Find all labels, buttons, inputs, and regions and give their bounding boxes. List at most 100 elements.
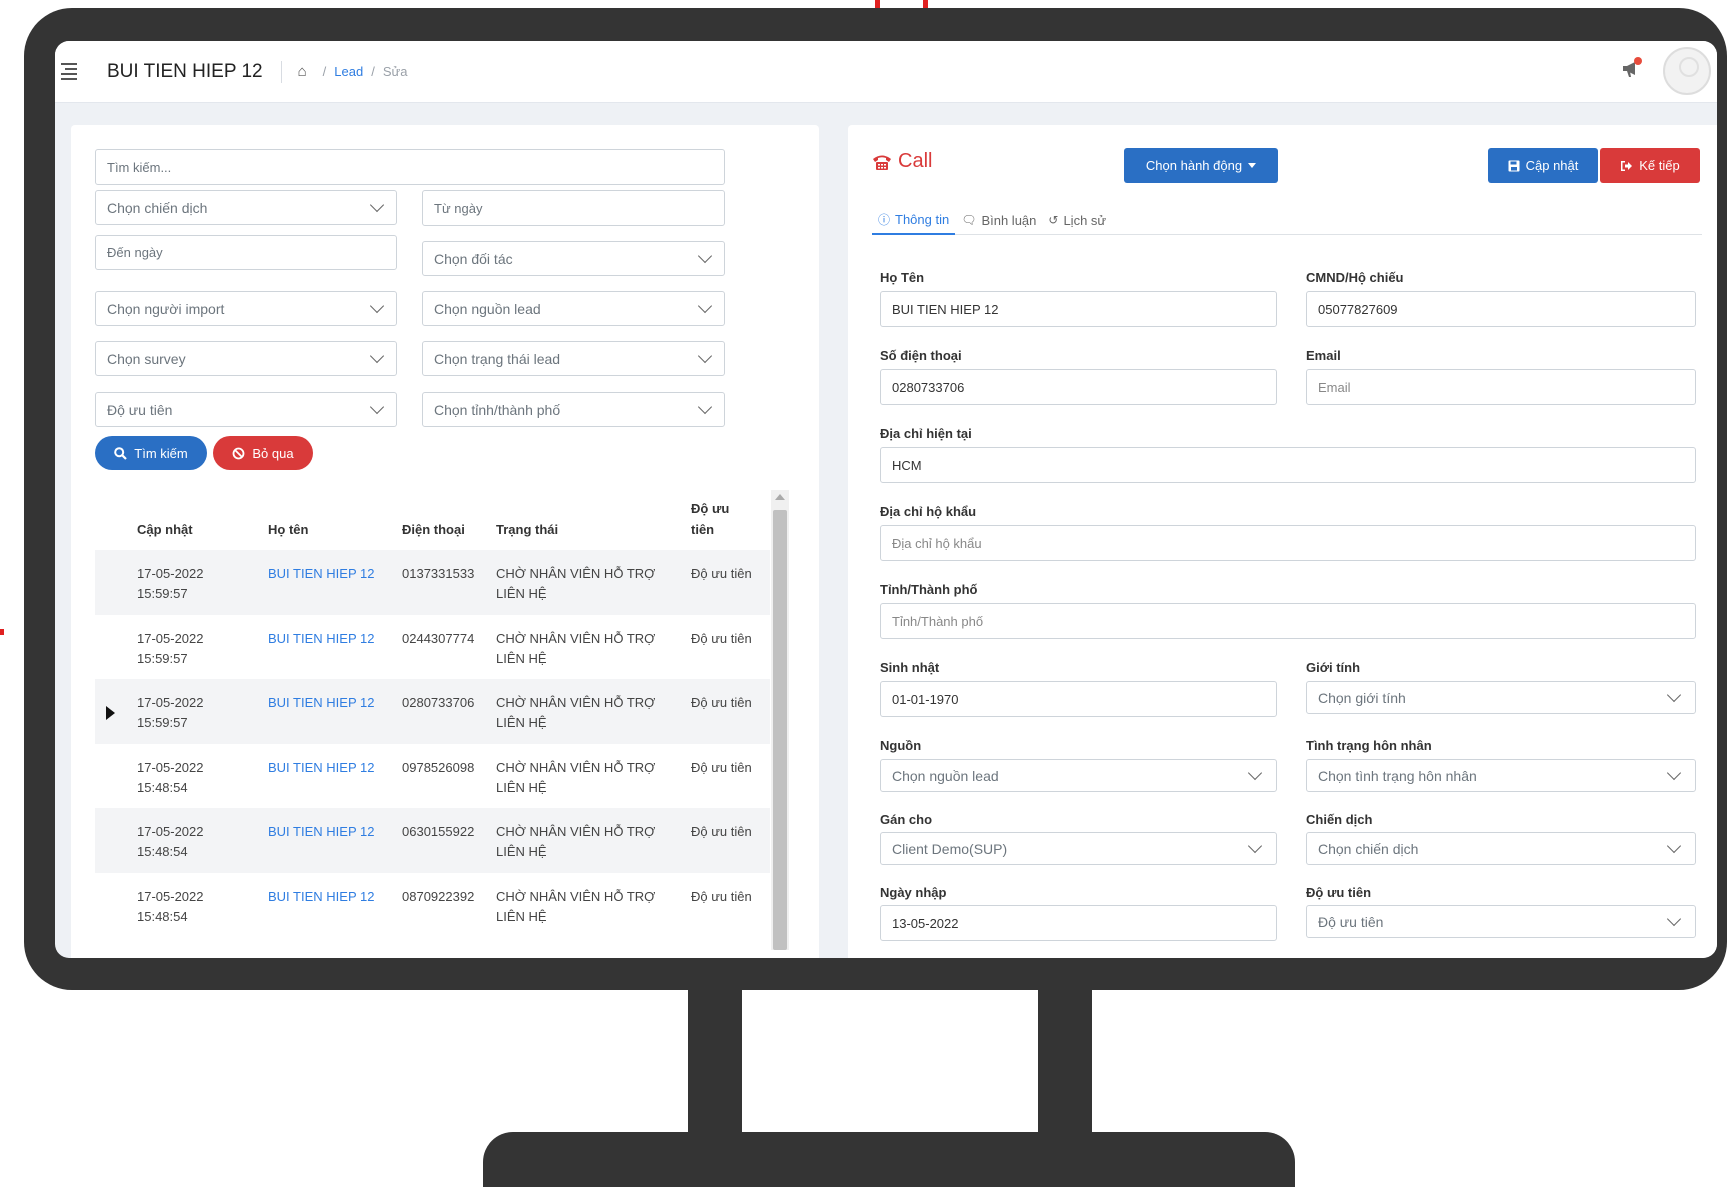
col-updated[interactable]: Cập nhật: [137, 522, 193, 537]
row-priority: Độ ưu tiên: [691, 566, 752, 581]
row-priority: Độ ưu tiên: [691, 695, 752, 710]
row-name-link[interactable]: BUI TIEN HIEP 12: [268, 758, 374, 778]
campaign-detail-select[interactable]: Chọn chiến dịch: [1306, 832, 1696, 865]
province-select[interactable]: Chọn tỉnh/thành phố: [422, 392, 725, 427]
lead-source-select[interactable]: Chọn nguồn lead: [422, 291, 725, 326]
birthday-input[interactable]: 01-01-1970: [880, 681, 1277, 717]
survey-select-label: Chọn survey: [107, 350, 186, 367]
priority-detail-select[interactable]: Độ ưu tiên: [1306, 905, 1696, 938]
update-button-label: Cập nhật: [1525, 158, 1579, 173]
table-row[interactable]: 17-05-2022 15:48:54 BUI TIEN HIEP 12 0870…: [95, 873, 770, 938]
row-name-link[interactable]: BUI TIEN HIEP 12: [268, 693, 374, 713]
detail-tabs: ⓘ Thông tin 🗨 Bình luận ↺ Lịch sử: [872, 205, 1702, 235]
breadcrumb-current: Sửa: [382, 64, 408, 79]
row-phone: 0630155922: [402, 824, 475, 839]
priority-detail-label: Độ ưu tiên: [1306, 885, 1372, 900]
province-input[interactable]: Tỉnh/Thành phố: [880, 603, 1696, 639]
row-status: CHỜ NHÂN VIÊN HỖ TRỢ LIÊN HỆ: [496, 759, 656, 795]
search-button[interactable]: Tìm kiếm: [95, 436, 207, 470]
row-name-link[interactable]: BUI TIEN HIEP 12: [268, 822, 374, 842]
breadcrumb-separator: /: [371, 64, 375, 79]
assign-select[interactable]: Client Demo(SUP): [880, 832, 1277, 865]
menu-toggle-icon[interactable]: [61, 63, 77, 80]
table-scrollbar[interactable]: [771, 490, 789, 950]
household-address-input[interactable]: Địa chỉ hộ khẩu: [880, 525, 1696, 561]
priority-detail-select-label: Độ ưu tiên: [1318, 913, 1384, 930]
row-name-link[interactable]: BUI TIEN HIEP 12: [268, 564, 374, 584]
campaign-select-label: Chọn chiến dịch: [107, 199, 208, 216]
col-name[interactable]: Họ tên: [268, 522, 308, 537]
email-input[interactable]: Email: [1306, 369, 1696, 405]
row-name-link[interactable]: BUI TIEN HIEP 12: [268, 629, 374, 649]
next-button[interactable]: Kế tiếp: [1600, 148, 1700, 183]
scroll-up-icon[interactable]: [775, 494, 785, 500]
row-status: CHỜ NHÂN VIÊN HỖ TRỢ LIÊN HỆ: [496, 630, 656, 666]
priority-select[interactable]: Độ ưu tiên: [95, 392, 397, 427]
lead-table: Cập nhật Họ tên Điện thoại Trạng thái Độ…: [95, 490, 770, 937]
col-priority-line2[interactable]: tiên: [691, 522, 714, 537]
marital-select[interactable]: Chọn tình trạng hôn nhân: [1306, 759, 1696, 792]
scroll-thumb[interactable]: [773, 510, 787, 950]
table-row-selected[interactable]: 17-05-2022 15:59:57 BUI TIEN HIEP 12 0280…: [95, 679, 770, 744]
call-title: Call: [872, 150, 932, 173]
tab-info[interactable]: ⓘ Thông tin: [872, 205, 956, 235]
phone-input[interactable]: 0280733706: [880, 369, 1277, 405]
annotation-mark: [0, 629, 4, 635]
page-title: BUI TIEN HIEP 12: [107, 60, 282, 83]
email-label: Email: [1306, 348, 1341, 363]
chevron-down-icon: [1247, 838, 1263, 854]
address-input[interactable]: HCM: [880, 447, 1696, 483]
importer-select[interactable]: Chọn người import: [95, 291, 397, 326]
row-phone: 0137331533: [402, 566, 475, 581]
row-priority: Độ ưu tiên: [691, 630, 752, 646]
row-date: 17-05-2022 15:59:57: [137, 695, 204, 730]
lead-source-select-label: Chọn nguồn lead: [434, 300, 541, 317]
row-status: CHỜ NHÂN VIÊN HỖ TRỢ LIÊN HỆ: [496, 566, 656, 601]
campaign-label: Chiến dịch: [1306, 812, 1373, 827]
update-button[interactable]: Cập nhật: [1488, 148, 1598, 183]
lead-status-select[interactable]: Chọn trạng thái lead: [422, 341, 725, 376]
gender-select[interactable]: Chọn giới tính: [1306, 681, 1696, 714]
household-address-label: Địa chỉ hộ khẩu: [880, 504, 977, 519]
tab-history[interactable]: ↺ Lịch sử: [1042, 205, 1112, 235]
tab-comment[interactable]: 🗨 Bình luận: [955, 205, 1042, 235]
user-avatar[interactable]: [1663, 47, 1711, 95]
table-row[interactable]: 17-05-2022 15:48:54 BUI TIEN HIEP 12 0630…: [95, 808, 770, 873]
breadcrumb-lead-link[interactable]: Lead: [334, 64, 363, 79]
source-label: Nguồn: [880, 738, 922, 753]
chevron-down-icon: [369, 298, 385, 314]
chevron-down-icon: [369, 399, 385, 415]
choose-action-dropdown[interactable]: Chọn hành động: [1124, 148, 1278, 183]
chevron-down-icon: [697, 248, 713, 264]
fullname-input[interactable]: BUI TIEN HIEP 12: [880, 291, 1277, 327]
table-row[interactable]: 17-05-2022 15:48:54 BUI TIEN HIEP 12 0978…: [95, 744, 770, 809]
search-input[interactable]: Tìm kiếm...: [95, 149, 725, 185]
info-icon: ⓘ: [878, 212, 891, 227]
row-status: CHỜ NHÂN VIÊN HỖ TRỢ LIÊN HỆ: [496, 824, 656, 859]
row-name-link[interactable]: BUI TIEN HIEP 12: [268, 887, 374, 907]
comments-icon: 🗨: [961, 213, 977, 227]
home-icon[interactable]: ⌂: [298, 63, 307, 80]
from-date-input[interactable]: Từ ngày: [422, 190, 725, 226]
survey-select[interactable]: Chọn survey: [95, 341, 397, 376]
row-date: 17-05-2022 15:48:54: [137, 824, 204, 859]
lead-status-select-label: Chọn trạng thái lead: [434, 350, 561, 367]
row-phone: 0978526098: [402, 759, 475, 775]
idcard-input[interactable]: 05077827609: [1306, 291, 1696, 327]
partner-select[interactable]: Chọn đối tác: [422, 241, 725, 276]
table-row[interactable]: 17-05-2022 15:59:57 BUI TIEN HIEP 12 0244…: [95, 615, 770, 680]
table-row[interactable]: 17-05-2022 15:59:57 BUI TIEN HIEP 12 0137…: [95, 550, 770, 615]
col-phone[interactable]: Điện thoại: [402, 522, 465, 537]
ban-icon: [232, 447, 245, 459]
col-priority-line1[interactable]: Độ ưu: [691, 501, 729, 516]
tab-history-label: Lịch sử: [1063, 212, 1107, 228]
to-date-input[interactable]: Đến ngày: [95, 235, 397, 270]
megaphone-icon[interactable]: [1620, 57, 1642, 79]
reset-button[interactable]: Bỏ qua: [213, 436, 313, 470]
source-select[interactable]: Chọn nguồn lead: [880, 759, 1277, 792]
import-date-input[interactable]: 13-05-2022: [880, 905, 1277, 941]
chevron-down-icon: [1666, 911, 1682, 927]
row-phone: 0244307774: [402, 630, 475, 646]
col-status[interactable]: Trạng thái: [496, 522, 558, 537]
campaign-select[interactable]: Chọn chiến dịch: [95, 190, 397, 225]
